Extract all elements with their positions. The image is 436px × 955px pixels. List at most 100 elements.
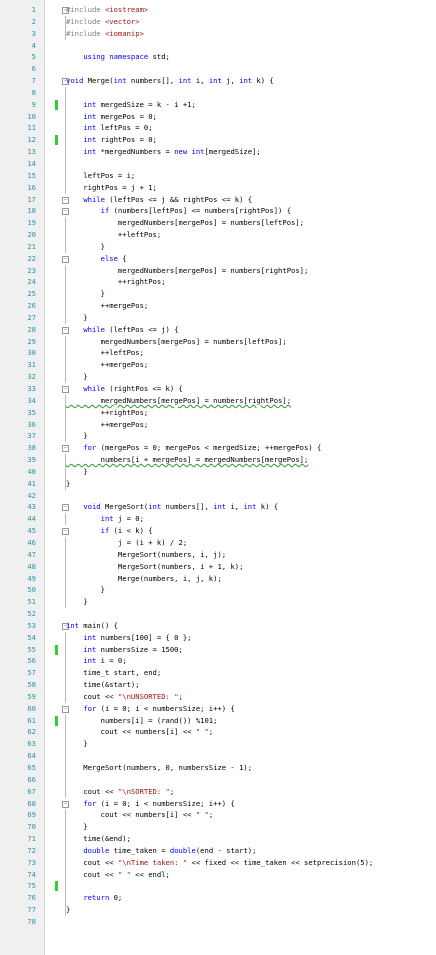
code-text: for (i = 0; i < numbersSize; i++) { bbox=[83, 703, 235, 713]
code-line[interactable]: 78 bbox=[0, 916, 436, 928]
code-line[interactable]: 40 } bbox=[0, 465, 436, 478]
code-text: } bbox=[66, 478, 71, 488]
code-line[interactable]: 35 ++rightPos; bbox=[0, 406, 436, 419]
code-line[interactable]: 30 ++leftPos; bbox=[0, 347, 436, 360]
code-line[interactable]: 20 ++leftPos; bbox=[0, 229, 436, 241]
code-line[interactable]: 44 int j = 0; bbox=[0, 513, 436, 526]
code-line[interactable]: 14 bbox=[0, 157, 436, 170]
code-editor[interactable]: 1− #include <iostream> 2 #include <vector> 3… bbox=[0, 4, 436, 928]
code-line[interactable]: 72 double time_taken = double(end - star… bbox=[0, 844, 436, 857]
code-text: #include <iomanip> bbox=[66, 28, 144, 38]
code-line[interactable]: 75 bbox=[0, 880, 436, 893]
code-line[interactable]: 11 int leftPos = 0; bbox=[0, 122, 436, 135]
code-line[interactable]: 47 MergeSort(numbers, i, j); bbox=[0, 548, 436, 561]
code-line[interactable]: 45− if (i < k) { bbox=[0, 525, 436, 537]
code-line[interactable]: 3 #include <iomanip> bbox=[0, 27, 436, 40]
code-line[interactable]: 52 bbox=[0, 608, 436, 620]
code-line[interactable]: 7− void Merge(int numbers[], int i, int j… bbox=[0, 75, 436, 87]
code-line[interactable]: 77} bbox=[0, 904, 436, 916]
code-line[interactable]: 4 bbox=[0, 40, 436, 52]
code-line[interactable]: 46 j = (i + k) / 2; bbox=[0, 536, 436, 549]
code-line[interactable]: 22− else { bbox=[0, 253, 436, 265]
line-number: 3 bbox=[31, 28, 36, 38]
code-text: double time_taken = double(end - start); bbox=[83, 845, 257, 855]
line-number: 2 bbox=[31, 16, 36, 26]
code-line[interactable]: 28− while (leftPos <= j) { bbox=[0, 324, 436, 336]
code-line[interactable]: 17− while (leftPos <= j && rightPos <= k… bbox=[0, 194, 436, 206]
code-line[interactable]: 32 } bbox=[0, 371, 436, 383]
code-line[interactable]: 65 MergeSort(numbers, 0, numbersSize - 1… bbox=[0, 762, 436, 774]
code-line[interactable]: 1− #include <iostream> bbox=[0, 4, 436, 16]
line-number: 74 bbox=[27, 869, 36, 879]
code-text: ++mergePos; bbox=[66, 419, 149, 429]
line-number: 69 bbox=[27, 810, 36, 820]
code-line[interactable]: 9 int mergedSize = k - i +1; bbox=[0, 98, 436, 111]
code-line[interactable]: 36 ++mergePos; bbox=[0, 418, 436, 431]
code-line[interactable]: 33− while (rightPos <= k) { bbox=[0, 383, 436, 395]
code-line[interactable]: 68− for (i = 0; i < numbersSize; i++) { bbox=[0, 798, 436, 810]
code-line[interactable]: 41} bbox=[0, 477, 436, 490]
line-number: 64 bbox=[27, 751, 36, 761]
line-number: 53 bbox=[27, 620, 36, 630]
code-line[interactable]: 53− int main() { bbox=[0, 620, 436, 632]
code-line[interactable]: 70 } bbox=[0, 821, 436, 834]
line-number: 43 bbox=[27, 502, 36, 512]
code-line[interactable]: 10 int mergePos = 0; bbox=[0, 110, 436, 123]
code-line[interactable]: 6 bbox=[0, 63, 436, 75]
code-line[interactable]: 25 } bbox=[0, 288, 436, 301]
code-line[interactable]: 71 time(&end); bbox=[0, 833, 436, 845]
code-line[interactable]: 67 cout << "\nSORTED: "; bbox=[0, 785, 436, 798]
code-line[interactable]: 73 cout << "\nTime taken: " << fixed << … bbox=[0, 856, 436, 869]
code-line[interactable]: 31 ++mergePos; bbox=[0, 359, 436, 372]
code-text: cout << "\nTime taken: " << fixed << tim… bbox=[66, 857, 374, 867]
code-line[interactable]: 56 int i = 0; bbox=[0, 655, 436, 668]
code-line[interactable]: 50 } bbox=[0, 584, 436, 597]
code-line[interactable]: 18− if (numbers[leftPos] <= numbers[righ… bbox=[0, 205, 436, 217]
code-line[interactable]: 5 using namespace std; bbox=[0, 51, 436, 63]
code-line[interactable]: 74 cout << " " << endl; bbox=[0, 868, 436, 881]
code-line[interactable]: 60− for (i = 0; i < numbersSize; i++) { bbox=[0, 703, 436, 715]
code-line[interactable]: 34 mergedNumbers[mergePos] = numbers[rig… bbox=[0, 394, 436, 407]
code-line[interactable]: 57 time_t start, end; bbox=[0, 667, 436, 680]
code-line[interactable]: 64 bbox=[0, 750, 436, 762]
code-line[interactable]: 16 rightPos = j + 1; bbox=[0, 181, 436, 194]
code-line[interactable]: 51 } bbox=[0, 596, 436, 609]
line-number: 27 bbox=[27, 312, 36, 322]
code-line[interactable]: 29 mergedNumbers[mergePos] = numbers[lef… bbox=[0, 335, 436, 348]
code-line[interactable]: 63 } bbox=[0, 738, 436, 751]
line-number: 5 bbox=[31, 52, 36, 62]
code-line[interactable]: 26 ++mergePos; bbox=[0, 300, 436, 312]
code-line[interactable]: 2 #include <vector> bbox=[0, 15, 436, 28]
code-line[interactable]: 76 return 0; bbox=[0, 892, 436, 905]
code-line[interactable]: 39 numbers[i + mergePos] = mergedNumbers… bbox=[0, 454, 436, 466]
line-number: 8 bbox=[31, 87, 36, 97]
line-number: 55 bbox=[27, 644, 36, 654]
code-line[interactable]: 48 MergeSort(numbers, i + 1, k); bbox=[0, 560, 436, 573]
code-line[interactable]: 58 time(&start); bbox=[0, 679, 436, 691]
line-number: 6 bbox=[31, 64, 36, 74]
code-line[interactable]: 59 cout << "\nUNSORTED: "; bbox=[0, 690, 436, 703]
code-line[interactable]: 69 cout << numbers[i] << " "; bbox=[0, 809, 436, 822]
line-number: 16 bbox=[27, 182, 36, 192]
code-line[interactable]: 61 numbers[i] = (rand()) %101; bbox=[0, 714, 436, 727]
code-text: ++leftPos; bbox=[66, 348, 144, 358]
code-line[interactable]: 43− void MergeSort(int numbers[], int i,… bbox=[0, 501, 436, 513]
code-line[interactable]: 38− for (mergePos = 0; mergePos < merged… bbox=[0, 442, 436, 454]
code-line[interactable]: 42 bbox=[0, 490, 436, 502]
code-text: while (leftPos <= j && rightPos <= k) { bbox=[83, 194, 253, 204]
code-line[interactable]: 24 ++rightPos; bbox=[0, 276, 436, 289]
code-line[interactable]: 62 cout << numbers[i] << " "; bbox=[0, 726, 436, 739]
code-line[interactable]: 55 int numbersSize = 1500; bbox=[0, 643, 436, 656]
code-line[interactable]: 12 int rightPos = 0; bbox=[0, 134, 436, 147]
code-line[interactable]: 49 Merge(numbers, i, j, k); bbox=[0, 572, 436, 585]
code-line[interactable]: 37 } bbox=[0, 430, 436, 443]
code-line[interactable]: 19 mergedNumbers[mergePos] = numbers[lef… bbox=[0, 217, 436, 230]
code-line[interactable]: 66 bbox=[0, 773, 436, 786]
code-line[interactable]: 54 int numbers[100] = { 0 }; bbox=[0, 631, 436, 644]
code-line[interactable]: 21 } bbox=[0, 240, 436, 253]
code-line[interactable]: 13 int *mergedNumbers = new int[mergedSi… bbox=[0, 146, 436, 158]
code-line[interactable]: 8 bbox=[0, 86, 436, 99]
code-line[interactable]: 15 leftPos = i; bbox=[0, 169, 436, 182]
code-line[interactable]: 23 mergedNumbers[mergePos] = numbers[rig… bbox=[0, 264, 436, 277]
code-line[interactable]: 27 } bbox=[0, 311, 436, 324]
